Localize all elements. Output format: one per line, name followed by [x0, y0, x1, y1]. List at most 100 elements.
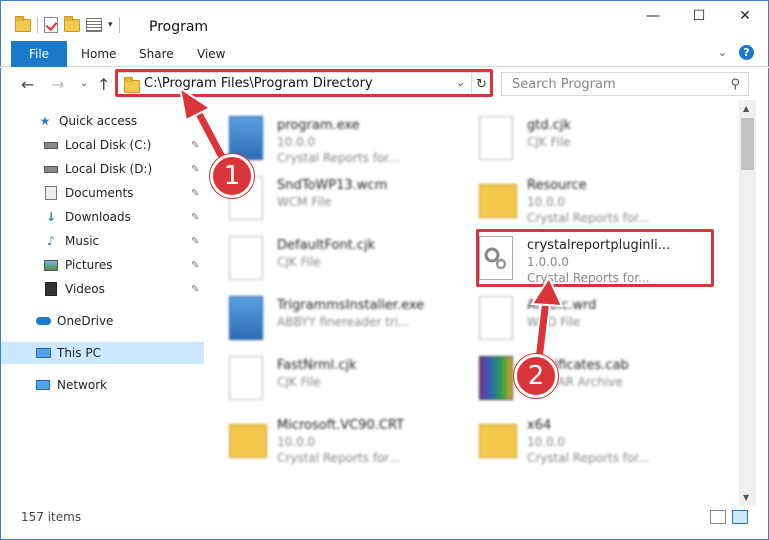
file-tile[interactable]: Microsoft.VC90.CRT 10.0.0 Crystal Report… [205, 406, 445, 465]
sidebar-item-quick-access[interactable]: ★ Quick access [1, 110, 204, 132]
sidebar-item-local-disk-c[interactable]: Local Disk (C:) ✎ [1, 134, 204, 156]
back-arrow-icon[interactable]: ← [21, 75, 34, 94]
recent-locations-chevron-icon[interactable]: ⌄ [80, 78, 88, 89]
sidebar-item-downloads[interactable]: ↓ Downloads ✎ [1, 206, 204, 228]
properties-check-icon[interactable] [44, 17, 58, 33]
sidebar-item-label: Music [65, 234, 100, 248]
pin-icon[interactable]: ✎ [191, 164, 199, 175]
title-bar: ▾ Program — ☐ ✕ [0, 0, 769, 41]
file-name: crystalreportpluginli... [527, 238, 671, 253]
file-detail: 10.0.0 [277, 135, 316, 149]
address-dropdown-chevron-icon[interactable]: ⌄ [456, 76, 465, 89]
network-icon [35, 378, 51, 392]
sidebar-item-label: Local Disk (D:) [65, 162, 153, 176]
sidebar-item-label: Videos [65, 282, 105, 296]
tiles-view-icon[interactable] [732, 510, 748, 524]
file-tile[interactable]: FastNrml.cjk CJK File [205, 346, 445, 402]
ribbon-tabs: File Home Share View ⌄ ? [0, 41, 769, 67]
scrollbar-thumb[interactable] [741, 118, 754, 170]
tab-home[interactable]: Home [81, 41, 116, 67]
file-tile[interactable]: DefaultFont.cjk CJK File [205, 226, 445, 282]
folder-icon [15, 15, 31, 32]
item-count: 157 items [21, 510, 82, 524]
pin-icon[interactable]: ✎ [191, 260, 199, 271]
music-icon: ♪ [47, 234, 55, 248]
divider [118, 17, 120, 33]
file-name: program.exe [277, 118, 360, 133]
file-detail: WRD File [527, 315, 581, 329]
documents-icon [43, 186, 59, 200]
sidebar-item-local-disk-d[interactable]: Local Disk (D:) ✎ [1, 158, 204, 180]
download-icon: ↓ [45, 210, 57, 224]
folder-icon [229, 424, 267, 458]
expand-ribbon-chevron-icon[interactable]: ⌄ [718, 46, 727, 59]
list-properties-icon[interactable] [86, 18, 102, 32]
tab-view[interactable]: View [197, 41, 225, 67]
file-tile[interactable]: x64 10.0.0 Crystal Reports for... [455, 406, 695, 465]
up-arrow-icon[interactable]: ↑ [97, 75, 110, 94]
details-view-icon[interactable] [710, 510, 726, 524]
address-bar[interactable]: C:\Program Files\Program Directory ⌄ ↻ [117, 72, 493, 96]
file-detail: CJK File [527, 135, 571, 149]
forward-arrow-icon[interactable]: → [51, 75, 64, 94]
installer-file-icon [229, 296, 263, 340]
pin-icon[interactable]: ✎ [191, 236, 199, 247]
sidebar-item-documents[interactable]: Documents ✎ [1, 182, 204, 204]
minimize-button[interactable]: — [630, 1, 676, 31]
file-tile[interactable]: gtd.cjk CJK File [455, 106, 695, 162]
file-tile[interactable]: Arabic.wrd WRD File [455, 286, 695, 342]
file-detail: Crystal Reports for... [527, 271, 650, 285]
pin-icon[interactable]: ✎ [191, 140, 199, 151]
file-detail: 10.0.0 [277, 435, 316, 449]
address-path[interactable]: C:\Program Files\Program Directory [144, 76, 373, 91]
help-icon[interactable]: ? [739, 45, 754, 60]
file-detail: Crystal Reports for... [527, 211, 650, 225]
sidebar-item-pictures[interactable]: Pictures ✎ [1, 254, 204, 276]
file-tile[interactable]: Certificates.cab WinRAR Archive [455, 346, 695, 402]
pin-icon[interactable]: ✎ [191, 284, 199, 295]
status-bar: 157 items [0, 506, 769, 540]
file-tile[interactable]: Resource 10.0.0 Crystal Reports for... [455, 166, 695, 225]
file-list: program.exe 10.0.0 Crystal Reports for..… [205, 100, 739, 506]
tab-file[interactable]: File [11, 41, 67, 67]
file-detail: Crystal Reports for... [277, 451, 400, 465]
vertical-scrollbar[interactable]: ▲ ▼ [739, 100, 756, 506]
tab-share[interactable]: Share [139, 41, 174, 67]
refresh-icon[interactable]: ↻ [471, 73, 491, 95]
scroll-up-icon[interactable]: ▲ [743, 104, 749, 113]
file-detail: 1.0.0.0 [527, 255, 569, 269]
sidebar-item-videos[interactable]: Videos ✎ [1, 278, 204, 300]
pin-icon[interactable]: ✎ [191, 188, 199, 199]
navigation-pane: ★ Quick access Local Disk (C:) ✎ Local D… [0, 100, 205, 506]
computer-icon [35, 346, 51, 360]
sidebar-item-label: Quick access [59, 114, 138, 128]
file-detail: WCM File [277, 195, 332, 209]
file-tile[interactable]: program.exe 10.0.0 Crystal Reports for..… [205, 106, 445, 165]
quick-access-toolbar: ▾ [15, 15, 120, 35]
scroll-down-icon[interactable]: ▼ [743, 493, 749, 502]
sidebar-item-label: OneDrive [57, 314, 114, 328]
new-folder-icon[interactable] [64, 15, 80, 32]
file-name: Arabic.wrd [527, 298, 597, 313]
search-input[interactable]: Search Program ⚲ [501, 72, 749, 96]
divider [37, 17, 38, 33]
file-name: FastNrml.cjk [277, 358, 357, 373]
customize-toolbar-arrow-icon[interactable]: ▾ [108, 20, 113, 30]
file-tile-highlighted[interactable]: crystalreportpluginli... 1.0.0.0 Crystal… [455, 226, 695, 285]
sidebar-item-this-pc[interactable]: This PC [1, 342, 204, 364]
maximize-button[interactable]: ☐ [676, 1, 722, 31]
file-detail: CJK File [277, 255, 321, 269]
sidebar-item-music[interactable]: ♪ Music ✎ [1, 230, 204, 252]
pin-icon[interactable]: ✎ [191, 212, 199, 223]
sidebar-item-label: Documents [65, 186, 134, 200]
file-detail: 10.0.0 [527, 195, 566, 209]
close-button[interactable]: ✕ [722, 1, 768, 31]
document-file-icon [229, 236, 263, 280]
sidebar-item-onedrive[interactable]: OneDrive [1, 310, 204, 332]
file-tile[interactable]: TrigrammsInstaller.exe ABBYY finereader … [205, 286, 445, 342]
sidebar-item-network[interactable]: Network [1, 374, 204, 396]
file-name: gtd.cjk [527, 118, 572, 133]
step-badge-2: 2 [514, 354, 558, 398]
file-detail: Crystal Reports for... [527, 451, 650, 465]
star-icon: ★ [39, 114, 51, 128]
